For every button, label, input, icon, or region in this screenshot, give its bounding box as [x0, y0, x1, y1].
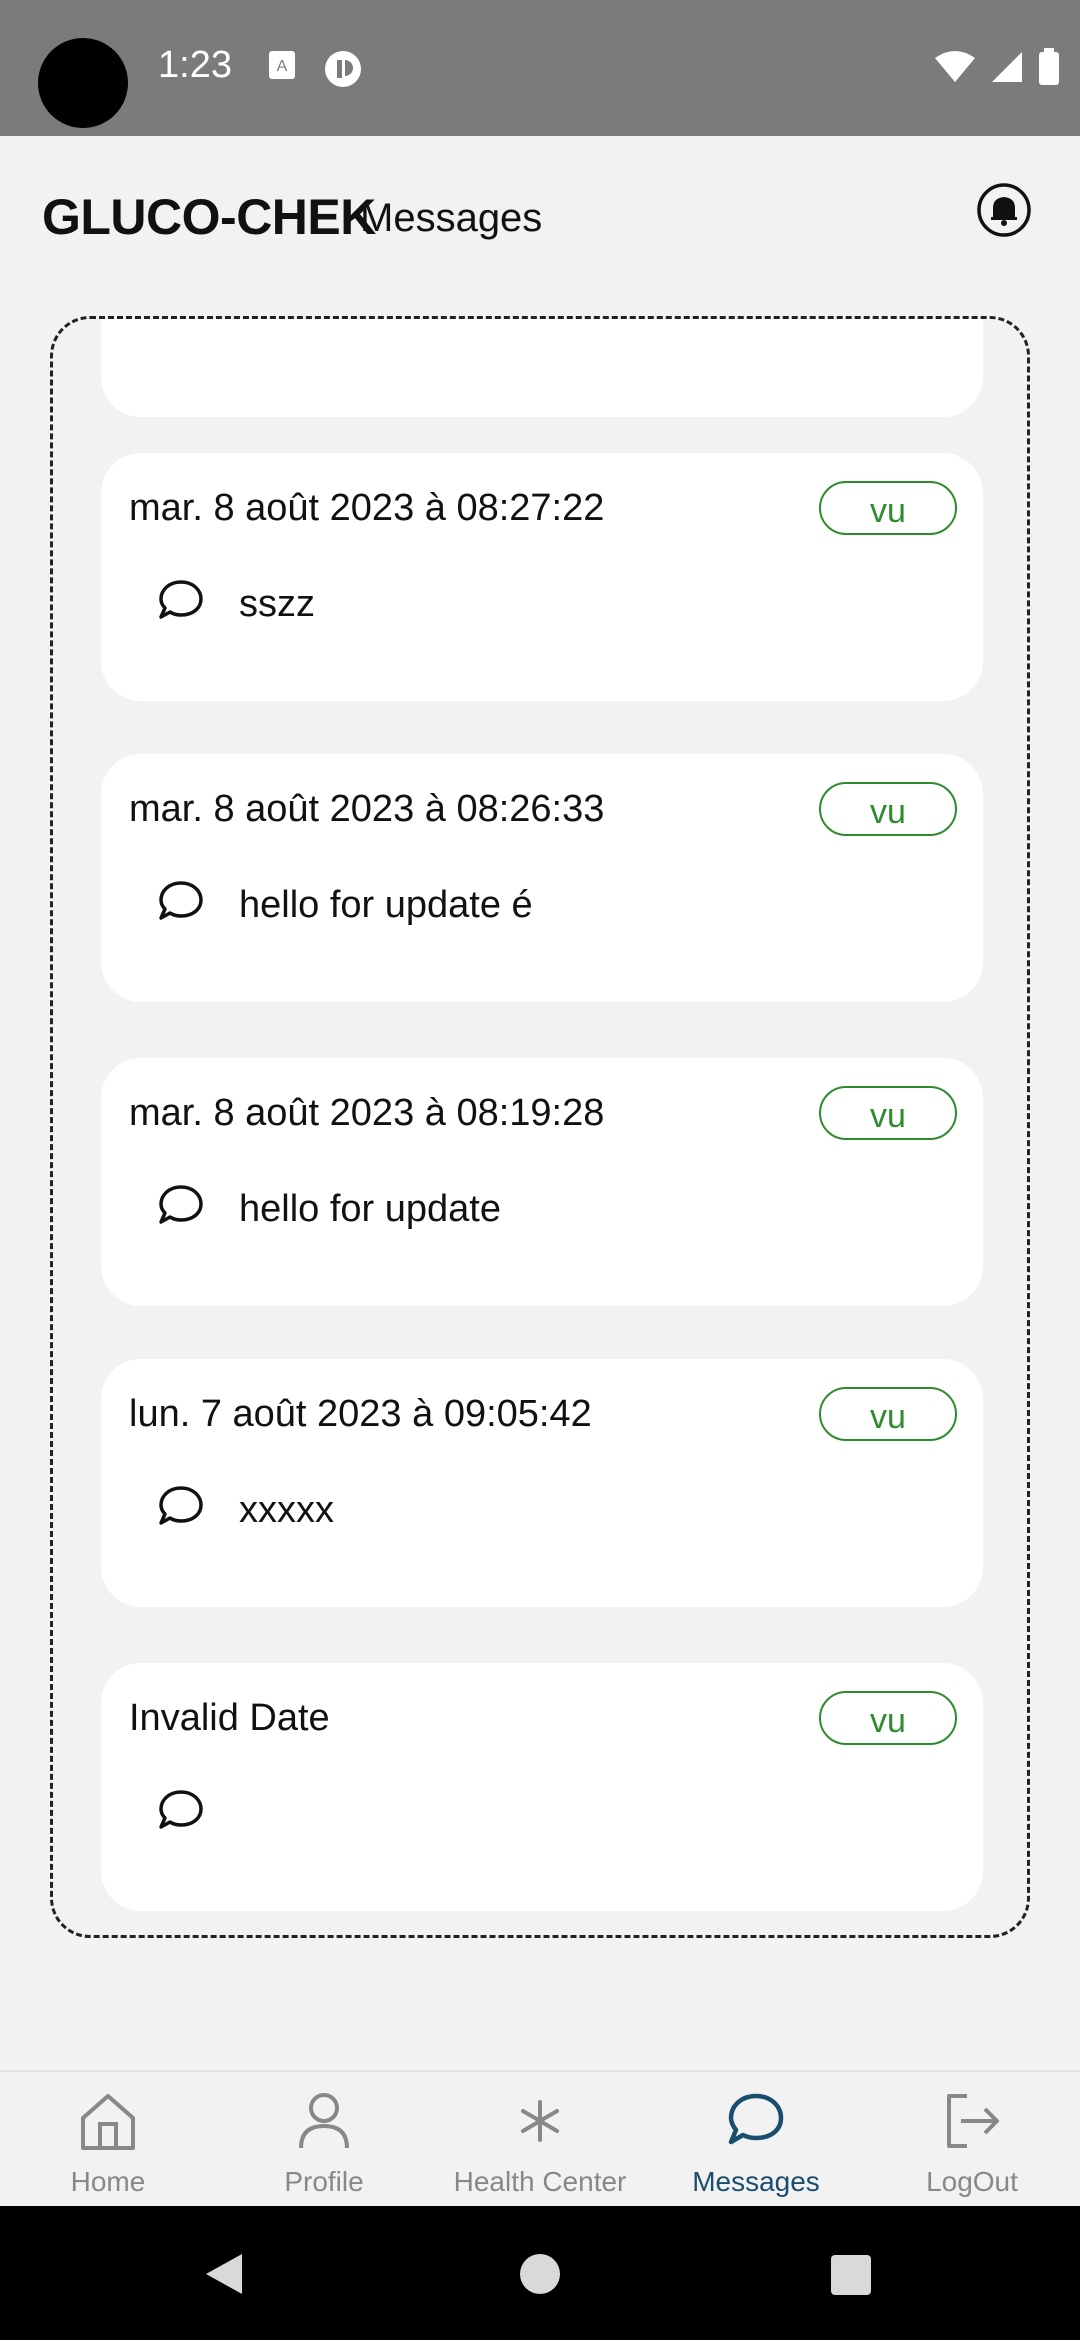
brand-title: GLUCO-CHEK: [42, 189, 376, 245]
chat-icon: [728, 2093, 784, 2145]
message-card[interactable]: mar. 8 août 2023 à 08:27:22 vu sszz: [101, 453, 983, 701]
message-date: mar. 8 août 2023 à 08:19:28: [129, 1092, 605, 1134]
chat-icon: [159, 1486, 203, 1525]
chat-icon: [159, 580, 203, 619]
message-card-partial[interactable]: [101, 319, 983, 417]
nav-profile[interactable]: Profile: [216, 2086, 432, 2206]
message-card[interactable]: mar. 8 août 2023 à 08:19:28 vu hello for…: [101, 1058, 983, 1306]
back-icon[interactable]: [204, 2252, 244, 2296]
nav-label: Health Center: [453, 2166, 627, 2197]
message-date: mar. 8 août 2023 à 08:27:22: [129, 487, 605, 529]
asterisk-icon: [521, 2100, 559, 2142]
system-nav-bar: [0, 2206, 1080, 2340]
message-card[interactable]: Invalid Date vu: [101, 1663, 983, 1911]
message-text: xxxxx: [239, 1489, 334, 1531]
bottom-nav: Home Profile Health Center Messages LogO…: [0, 2070, 1080, 2206]
app-header: GLUCO-CHEK Messages: [0, 136, 1080, 296]
chat-icon: [159, 1790, 203, 1829]
notification-bell-icon[interactable]: [976, 182, 1032, 238]
nav-label: Messages: [692, 2166, 820, 2197]
message-text: hello for update é: [239, 884, 533, 926]
messages-list[interactable]: mar. 8 août 2023 à 08:27:22 vu sszz mar.…: [50, 316, 1030, 1938]
message-date: mar. 8 août 2023 à 08:26:33: [129, 788, 605, 830]
seen-badge: vu: [819, 782, 957, 836]
signal-icon: [992, 52, 1022, 82]
home-icon: [81, 2094, 135, 2150]
seen-badge: vu: [819, 1387, 957, 1441]
chat-icon: [159, 881, 203, 920]
nav-label: LogOut: [926, 2166, 1018, 2197]
page-title: Messages: [360, 196, 543, 240]
camera-cutout: [38, 38, 128, 128]
message-card[interactable]: mar. 8 août 2023 à 08:26:33 vu hello for…: [101, 754, 983, 1002]
app-notification-icon: [325, 51, 361, 87]
nav-home[interactable]: Home: [0, 2086, 216, 2206]
svg-text:A: A: [277, 58, 288, 75]
message-date: Invalid Date: [129, 1697, 330, 1739]
nav-label: Profile: [284, 2166, 364, 2197]
person-icon: [299, 2093, 349, 2149]
chat-icon: [159, 1185, 203, 1224]
message-text: sszz: [239, 583, 315, 625]
message-text: hello for update: [239, 1188, 501, 1230]
status-bar: 1:23 A: [0, 0, 1080, 136]
logout-icon: [947, 2094, 999, 2148]
wifi-icon: [935, 51, 975, 82]
nav-health-center[interactable]: Health Center: [432, 2086, 648, 2206]
nav-logout[interactable]: LogOut: [864, 2086, 1080, 2206]
keyboard-notification-icon: A: [269, 51, 295, 79]
nav-label: Home: [70, 2166, 146, 2197]
recents-icon[interactable]: [830, 2254, 872, 2296]
seen-badge: vu: [819, 1691, 957, 1745]
seen-badge: vu: [819, 1086, 957, 1140]
home-circle-icon[interactable]: [518, 2252, 562, 2296]
message-date: lun. 7 août 2023 à 09:05:42: [129, 1393, 592, 1435]
status-time: 1:23: [158, 44, 232, 86]
battery-icon: [1039, 48, 1059, 85]
seen-badge: vu: [819, 481, 957, 535]
message-card[interactable]: lun. 7 août 2023 à 09:05:42 vu xxxxx: [101, 1359, 983, 1607]
nav-messages[interactable]: Messages: [648, 2086, 864, 2206]
